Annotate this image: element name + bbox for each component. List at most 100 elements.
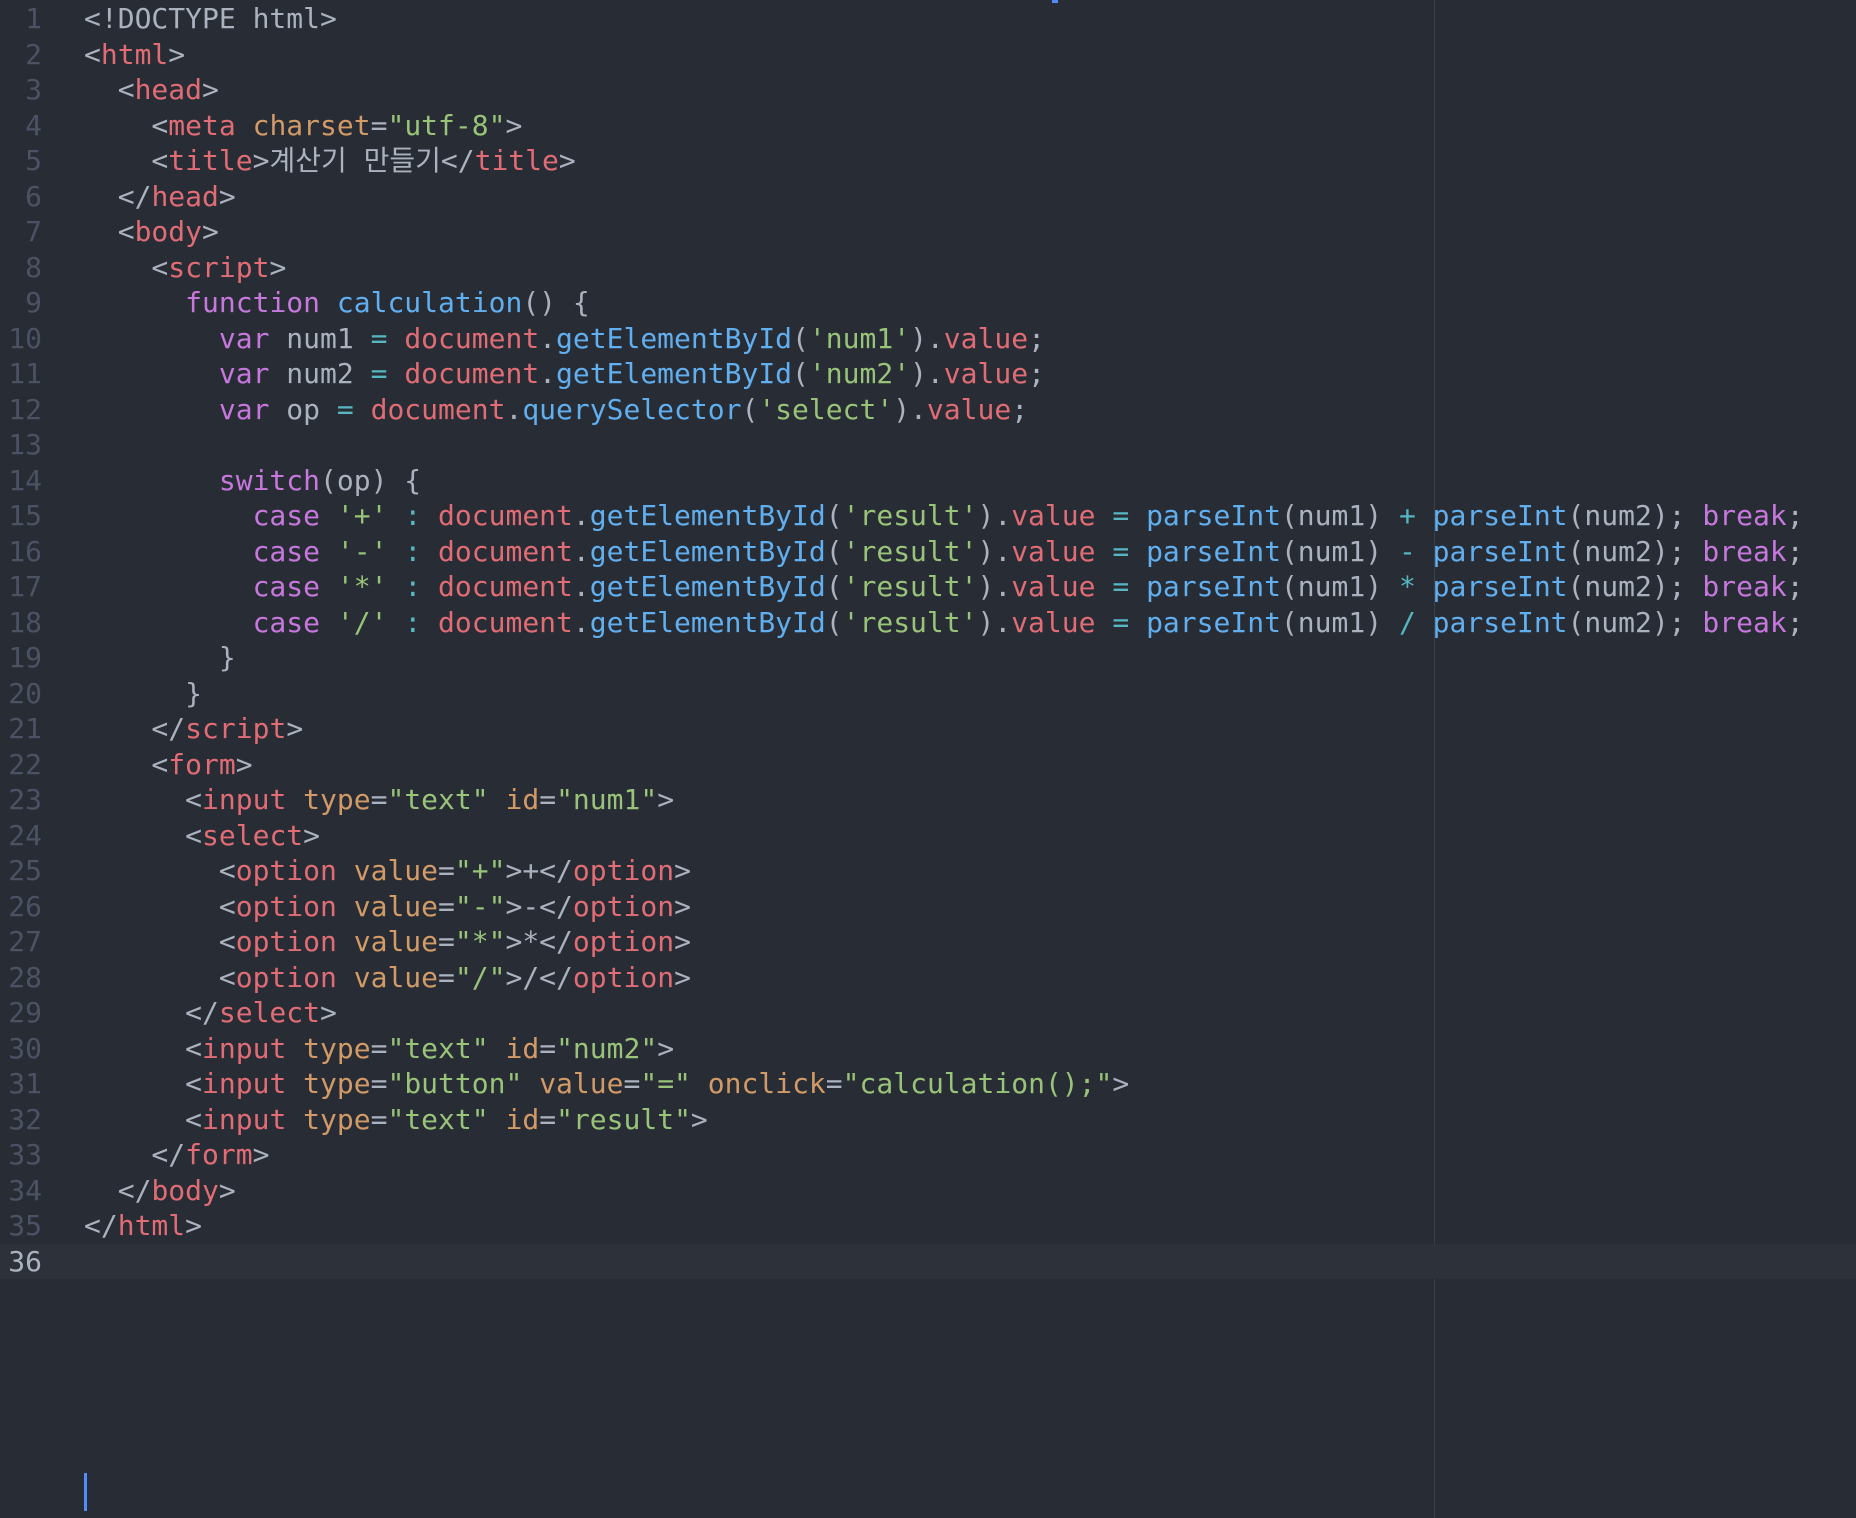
code-line[interactable]: 15 case '+' : document.getElementById('r…	[0, 498, 1856, 534]
code-text: (num1)	[1280, 570, 1399, 603]
code-line[interactable]: 3 <head>	[0, 72, 1856, 108]
attribute-name: type	[303, 1102, 371, 1136]
code-line[interactable]: 19 }	[0, 640, 1856, 676]
attribute-name: value	[353, 854, 439, 887]
code-line[interactable]: 11 var num2 = document.getElementById('n…	[0, 356, 1856, 392]
line-content: <option value="/">/</option>	[84, 960, 691, 996]
code-text: <	[84, 1031, 203, 1065]
code-text: <	[84, 250, 169, 284]
code-text: >	[202, 215, 219, 248]
line-number: 2	[25, 37, 42, 71]
line-content: <meta charset="utf-8">	[84, 108, 522, 144]
code-line[interactable]: 20 }	[0, 676, 1856, 712]
code-text: }	[84, 676, 203, 710]
string-literal: 'num1'	[808, 321, 911, 355]
attribute-name: type	[303, 1067, 371, 1100]
code-line[interactable]: 35 </html>	[0, 1208, 1856, 1244]
code-line[interactable]: 32 <input type="text" id="result">	[0, 1102, 1856, 1138]
code-text: ;	[1028, 321, 1045, 355]
property-name: document	[438, 605, 573, 639]
code-text: <	[84, 215, 135, 248]
string-literal: "result"	[556, 1102, 691, 1136]
code-line[interactable]: 12 var op = document.querySelector('sele…	[0, 392, 1856, 428]
code-line[interactable]: 25 <option value="+">+</option>	[0, 853, 1856, 889]
tag-name: option	[235, 889, 337, 923]
code-line[interactable]: 16 case '-' : document.getElementById('r…	[0, 534, 1856, 570]
operator: =	[1112, 499, 1130, 532]
code-editor[interactable]: 1 <!DOCTYPE html> 2 <html> 3 <head> 4 <meta c…	[0, 0, 1856, 1518]
code-line[interactable]: 6 </head>	[0, 179, 1856, 215]
line-content: <input type="text" id="num1">	[84, 782, 674, 818]
code-line[interactable]: 14 switch(op) {	[0, 463, 1856, 499]
code-line[interactable]: 26 <option value="-">-</option>	[0, 889, 1856, 925]
code-text: </	[84, 1173, 152, 1207]
code-line[interactable]: 29 </select>	[0, 995, 1856, 1031]
tag-name: head	[151, 179, 219, 213]
line-number: 18	[8, 605, 42, 639]
string-literal: 'result'	[842, 605, 978, 639]
code-text: =	[438, 854, 455, 887]
code-line[interactable]: 21 </script>	[0, 711, 1856, 747]
text-cursor	[84, 1473, 87, 1511]
tag-name: option	[572, 889, 675, 923]
attribute-name: value	[353, 889, 439, 923]
code-line[interactable]: 30 <input type="text" id="num2">	[0, 1031, 1856, 1067]
code-text: <	[84, 73, 135, 106]
line-content: </body>	[84, 1173, 236, 1209]
code-line[interactable]: 8 <script>	[0, 250, 1856, 286]
line-content: }	[84, 640, 236, 676]
line-number: 23	[8, 783, 42, 816]
code-line[interactable]: 33 </form>	[0, 1137, 1856, 1173]
line-number: 21	[8, 712, 42, 745]
line-number: 6	[25, 179, 42, 213]
code-line[interactable]: 2 <html>	[0, 37, 1856, 73]
code-line[interactable]: 22 <form>	[0, 747, 1856, 783]
property-name: document	[438, 570, 573, 603]
code-line[interactable]: 10 var num1 = document.getElementById('n…	[0, 321, 1856, 357]
string-literal: "num2"	[556, 1031, 658, 1065]
code-text: ;	[1011, 392, 1029, 426]
code-line[interactable]: 24 <select>	[0, 818, 1856, 854]
attribute-name: value	[353, 960, 439, 994]
line-content: <select>	[84, 818, 320, 854]
code-line[interactable]: 13	[0, 427, 1856, 463]
code-line[interactable]: 1 <!DOCTYPE html>	[0, 1, 1856, 37]
code-line[interactable]: 23 <input type="text" id="num1">	[0, 782, 1856, 818]
code-line[interactable]: 17 case '*' : document.getElementById('r…	[0, 569, 1856, 605]
code-line[interactable]: 5 <title>계산기 만들기</title>	[0, 143, 1856, 179]
code-text: >	[320, 996, 337, 1029]
code-text: ).	[910, 357, 944, 390]
code-line[interactable]: 4 <meta charset="utf-8">	[0, 108, 1856, 144]
code-text: >/</	[505, 960, 573, 994]
code-line[interactable]: 34 </body>	[0, 1173, 1856, 1209]
operator: =	[1112, 570, 1130, 603]
line-content: <title>계산기 만들기</title>	[84, 143, 575, 179]
code-text: ;	[1786, 534, 1804, 568]
line-content: <html>	[84, 37, 185, 73]
line-number: 34	[8, 1173, 42, 1207]
code-line[interactable]: 9 function calculation() {	[0, 285, 1856, 321]
string-literal: "*"	[454, 925, 506, 958]
code-line[interactable]: 7 <body>	[0, 214, 1856, 250]
code-text: </	[84, 1138, 186, 1171]
line-content: var num2 = document.getElementById('num2…	[84, 356, 1045, 392]
code-line[interactable]: 18 case '/' : document.getElementById('r…	[0, 605, 1856, 641]
code-text: =	[370, 1031, 388, 1065]
function-name: parseInt	[1146, 570, 1281, 603]
code-line[interactable]: 28 <option value="/">/</option>	[0, 960, 1856, 996]
function-name: getElementById	[556, 357, 793, 390]
code-line[interactable]: 36	[0, 1243, 1856, 1279]
code-line[interactable]: 31 <input type="button" value="=" onclic…	[0, 1066, 1856, 1102]
tag-name: option	[572, 854, 675, 887]
code-line[interactable]: 27 <option value="*">*</option>	[0, 924, 1856, 960]
